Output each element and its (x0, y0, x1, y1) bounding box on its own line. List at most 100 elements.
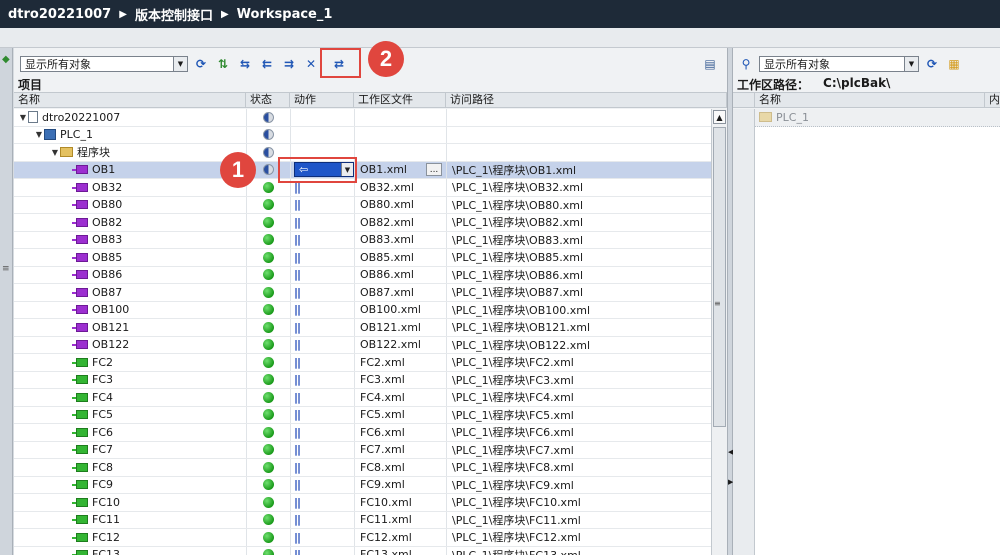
row-name-cell[interactable]: FC9 (14, 477, 246, 494)
column-header-status[interactable]: 状态 (246, 93, 290, 107)
table-row[interactable]: OB86 || OB86.xml \PLC_1\程序块\OB86.xml (14, 266, 711, 284)
row-name-cell[interactable]: FC5 (14, 407, 246, 424)
row-action-cell[interactable]: || (290, 477, 354, 494)
row-file-cell[interactable]: FC2.xml (354, 354, 446, 371)
row-name-cell[interactable]: OB1 (14, 162, 246, 179)
row-action-cell[interactable]: || (290, 372, 354, 389)
row-name-cell[interactable]: OB32 (14, 179, 246, 196)
column-header-workspace-file[interactable]: 工作区文件 (354, 93, 446, 107)
open-explorer-icon[interactable]: ▦ (945, 55, 963, 73)
column-header-action[interactable]: 动作 (290, 93, 354, 107)
table-row[interactable]: FC4 || FC4.xml \PLC_1\程序块\FC4.xml (14, 389, 711, 407)
row-action-cell[interactable]: || (290, 354, 354, 371)
row-name-cell[interactable]: OB122 (14, 337, 246, 354)
row-action-cell[interactable]: || (290, 529, 354, 546)
table-row[interactable]: ▼ dtro20221007 (14, 109, 711, 127)
row-file-cell[interactable] (354, 144, 446, 161)
row-file-cell[interactable]: FC7.xml (354, 442, 446, 459)
workspace-filter-select[interactable]: 显示所有对象 ▼ (759, 56, 919, 72)
row-file-cell[interactable]: OB32.xml (354, 179, 446, 196)
row-action-cell[interactable]: || (290, 389, 354, 406)
row-action-cell[interactable]: || (290, 442, 354, 459)
row-file-cell[interactable]: FC8.xml (354, 459, 446, 476)
row-action-cell[interactable]: || (290, 197, 354, 214)
row-file-cell[interactable]: FC9.xml (354, 477, 446, 494)
row-name-cell[interactable]: FC8 (14, 459, 246, 476)
breadcrumb-version-control[interactable]: 版本控制接口 (135, 5, 213, 24)
column-header-name[interactable]: 名称 (14, 93, 246, 107)
refresh-icon[interactable]: ⟳ (923, 55, 941, 73)
row-action-cell[interactable]: || (290, 302, 354, 319)
expand-toggle-icon[interactable]: ▼ (18, 113, 28, 122)
row-file-cell[interactable]: FC11.xml (354, 512, 446, 529)
row-name-cell[interactable]: ▼ PLC_1 (14, 127, 246, 144)
remove-action-icon[interactable]: ✕ (302, 55, 320, 73)
row-file-cell[interactable] (354, 109, 446, 126)
row-name-cell[interactable]: OB85 (14, 249, 246, 266)
row-name-cell[interactable]: FC2 (14, 354, 246, 371)
scroll-up-icon[interactable]: ▲ (713, 110, 726, 124)
expand-toggle-icon[interactable]: ▼ (34, 130, 44, 139)
table-row[interactable]: OB122 || OB122.xml \PLC_1\程序块\OB122.xml (14, 336, 711, 354)
row-file-cell[interactable]: OB122.xml (354, 337, 446, 354)
row-file-cell[interactable]: OB80.xml (354, 197, 446, 214)
table-row[interactable]: FC3 || FC3.xml \PLC_1\程序块\FC3.xml (14, 371, 711, 389)
chevron-down-icon[interactable]: ▼ (173, 57, 187, 71)
row-file-cell[interactable]: FC5.xml (354, 407, 446, 424)
row-file-cell[interactable]: FC10.xml (354, 494, 446, 511)
row-action-cell[interactable]: || (290, 319, 354, 336)
row-action-cell[interactable]: || (290, 284, 354, 301)
row-name-cell[interactable]: FC13 (14, 547, 246, 555)
row-name-cell[interactable]: OB100 (14, 302, 246, 319)
table-row[interactable]: ▼ PLC_1 (14, 126, 711, 144)
row-action-cell[interactable]: || (290, 249, 354, 266)
row-name-cell[interactable]: FC12 (14, 529, 246, 546)
workspace-item-plc[interactable]: PLC_1 (755, 109, 1000, 127)
row-action-cell[interactable]: || (290, 424, 354, 441)
table-row[interactable]: OB1 ⇦ ▼ OB1.xml... \PLC_1\程序块\OB1.xml (14, 161, 711, 179)
project-filter-select[interactable]: 显示所有对象 ▼ (20, 56, 188, 72)
breadcrumb-project[interactable]: dtro20221007 (8, 7, 111, 22)
row-name-cell[interactable]: FC11 (14, 512, 246, 529)
row-file-cell[interactable]: FC4.xml (354, 389, 446, 406)
table-row[interactable]: OB80 || OB80.xml \PLC_1\程序块\OB80.xml (14, 196, 711, 214)
filter-tool-icon[interactable]: ⚲ (737, 55, 755, 73)
table-row[interactable]: FC2 || FC2.xml \PLC_1\程序块\FC2.xml (14, 354, 711, 372)
row-file-cell[interactable]: FC12.xml (354, 529, 446, 546)
row-name-cell[interactable]: FC7 (14, 442, 246, 459)
row-file-cell[interactable]: OB121.xml (354, 319, 446, 336)
row-action-cell[interactable]: || (290, 267, 354, 284)
row-action-cell[interactable]: || (290, 512, 354, 529)
row-name-cell[interactable]: FC3 (14, 372, 246, 389)
row-file-cell[interactable]: FC6.xml (354, 424, 446, 441)
row-file-cell[interactable]: FC13.xml (354, 547, 446, 555)
row-name-cell[interactable]: OB86 (14, 267, 246, 284)
row-action-cell[interactable]: || (290, 232, 354, 249)
compare-icon[interactable]: ⇆ (236, 55, 254, 73)
table-row[interactable]: FC13 || FC13.xml \PLC_1\程序块\FC13.xml (14, 546, 711, 555)
row-action-cell[interactable]: || (290, 459, 354, 476)
table-row[interactable]: FC5 || FC5.xml \PLC_1\程序块\FC5.xml (14, 406, 711, 424)
row-name-cell[interactable]: OB83 (14, 232, 246, 249)
row-name-cell[interactable]: OB80 (14, 197, 246, 214)
table-row[interactable]: FC10 || FC10.xml \PLC_1\程序块\FC10.xml (14, 494, 711, 512)
table-row[interactable]: OB83 || OB83.xml \PLC_1\程序块\OB83.xml (14, 231, 711, 249)
scrollbar-thumb[interactable] (713, 127, 726, 427)
row-file-cell[interactable] (354, 127, 446, 144)
table-row[interactable]: FC9 || FC9.xml \PLC_1\程序块\FC9.xml (14, 476, 711, 494)
row-file-cell[interactable]: OB100.xml (354, 302, 446, 319)
row-name-cell[interactable]: OB82 (14, 214, 246, 231)
row-action-cell[interactable]: || (290, 214, 354, 231)
sync-all-icon[interactable]: ⇅ (214, 55, 232, 73)
table-row[interactable]: FC8 || FC8.xml \PLC_1\程序块\FC8.xml (14, 459, 711, 477)
row-action-cell[interactable]: || (290, 494, 354, 511)
refresh-icon[interactable]: ⟳ (192, 55, 210, 73)
table-row[interactable]: OB85 || OB85.xml \PLC_1\程序块\OB85.xml (14, 249, 711, 267)
row-file-cell[interactable]: OB87.xml (354, 284, 446, 301)
row-file-cell[interactable]: OB85.xml (354, 249, 446, 266)
chevron-down-icon[interactable]: ▼ (904, 57, 918, 71)
table-row[interactable]: ▼ 程序块 (14, 144, 711, 162)
row-file-cell[interactable]: OB1.xml... (354, 162, 446, 179)
row-name-cell[interactable]: ▼ dtro20221007 (14, 109, 246, 126)
grip-icon[interactable]: ≡ (2, 264, 10, 274)
